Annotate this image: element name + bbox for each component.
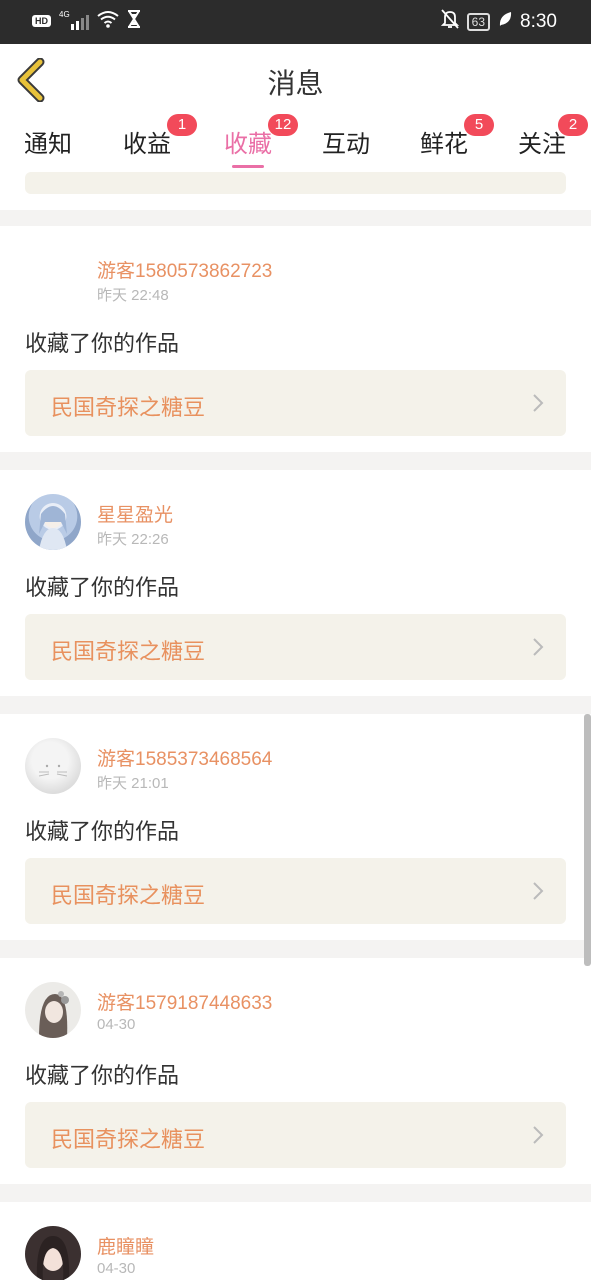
tab-label: 鲜花 [420,130,468,158]
work-title: 民国奇探之糖豆 [51,1128,206,1153]
tab-earnings[interactable]: 收益 1 [123,114,197,164]
avatar-empty[interactable] [25,250,81,306]
wifi-icon [97,10,119,32]
action-text: 收藏了你的作品 [25,576,180,601]
work-link[interactable]: 民国奇探之糖豆 [25,858,566,924]
timestamp: 04-30 [97,1016,136,1033]
timestamp: 昨天 21:01 [97,775,169,792]
signal-icon: 4G [59,10,89,30]
battery-indicator: 63 [466,12,491,31]
hourglass-icon [127,10,141,32]
chevron-right-icon [533,638,544,656]
tab-bar: 通知 收益 1 收藏 12 互动 鲜花 5 关注 2 [0,114,591,172]
action-text: 收藏了你的作品 [25,1064,180,1089]
avatar[interactable] [25,982,81,1038]
message-card: 游客1580573862723 昨天 22:48 收藏了你的作品 民国奇探之糖豆 [0,226,591,452]
username-link[interactable]: 游客1580573862723 [97,256,272,283]
tab-label: 关注 [518,130,566,158]
work-title: 民国奇探之糖豆 [51,396,206,421]
header: 消息 [0,44,591,117]
tab-label: 通知 [24,130,72,158]
message-card: 游客1585373468564 昨天 21:01 收藏了你的作品 民国奇探之糖豆 [0,714,591,940]
message-card: 星星盈光 昨天 22:26 收藏了你的作品 民国奇探之糖豆 [0,470,591,696]
tab-badge: 5 [464,114,494,136]
chevron-right-icon [533,394,544,412]
chevron-right-icon [533,1126,544,1144]
work-link[interactable]: 民国奇探之糖豆 [25,370,566,436]
divider [0,452,591,470]
avatar[interactable] [25,494,81,550]
tab-label: 收藏 [224,130,272,158]
divider [0,696,591,714]
username-link[interactable]: 游客1585373468564 [97,744,272,771]
tab-flowers[interactable]: 鲜花 5 [420,114,494,164]
action-text: 收藏了你的作品 [25,820,180,845]
divider [0,1184,591,1202]
tab-label: 收益 [123,130,171,158]
tab-badge: 1 [167,114,197,136]
action-text: 收藏了你的作品 [25,332,180,357]
work-link-partial[interactable] [25,172,566,194]
mute-bell-icon [440,9,459,34]
tab-label: 互动 [322,130,370,158]
avatar[interactable] [25,1226,81,1280]
tab-badge: 12 [268,114,298,136]
tab-follows[interactable]: 关注 2 [518,114,588,164]
work-title: 民国奇探之糖豆 [51,884,206,909]
page-title: 消息 [267,67,324,100]
clock: 8:30 [520,10,557,32]
divider [0,940,591,958]
scrollbar[interactable] [584,714,591,966]
message-card: 游客1579187448633 04-30 收藏了你的作品 民国奇探之糖豆 [0,958,591,1184]
timestamp: 04-30 [97,1260,136,1277]
tab-interactions[interactable]: 互动 [322,124,370,164]
chevron-right-icon [533,882,544,900]
work-link[interactable]: 民国奇探之糖豆 [25,1102,566,1168]
username-link[interactable]: 鹿瞳瞳 [97,1232,154,1259]
status-right: 63 8:30 [440,9,557,34]
work-title: 民国奇探之糖豆 [51,640,206,665]
work-link[interactable]: 民国奇探之糖豆 [25,614,566,680]
divider [0,210,591,226]
active-tab-indicator [232,165,264,168]
username-link[interactable]: 游客1579187448633 [97,988,272,1015]
leaf-icon [498,11,512,32]
hd-indicator: HD [32,15,51,27]
timestamp: 昨天 22:48 [97,287,169,304]
network-type: 4G [59,10,70,19]
tab-notifications[interactable]: 通知 [24,124,72,164]
tab-favorites[interactable]: 收藏 12 [224,114,298,168]
timestamp: 昨天 22:26 [97,531,169,548]
status-left: HD 4G [32,10,141,32]
avatar[interactable] [25,738,81,794]
message-card: 鹿瞳瞳 04-30 [0,1202,591,1280]
tab-badge: 2 [558,114,588,136]
status-bar: HD 4G 63 8:30 [0,0,591,44]
username-link[interactable]: 星星盈光 [97,500,173,527]
